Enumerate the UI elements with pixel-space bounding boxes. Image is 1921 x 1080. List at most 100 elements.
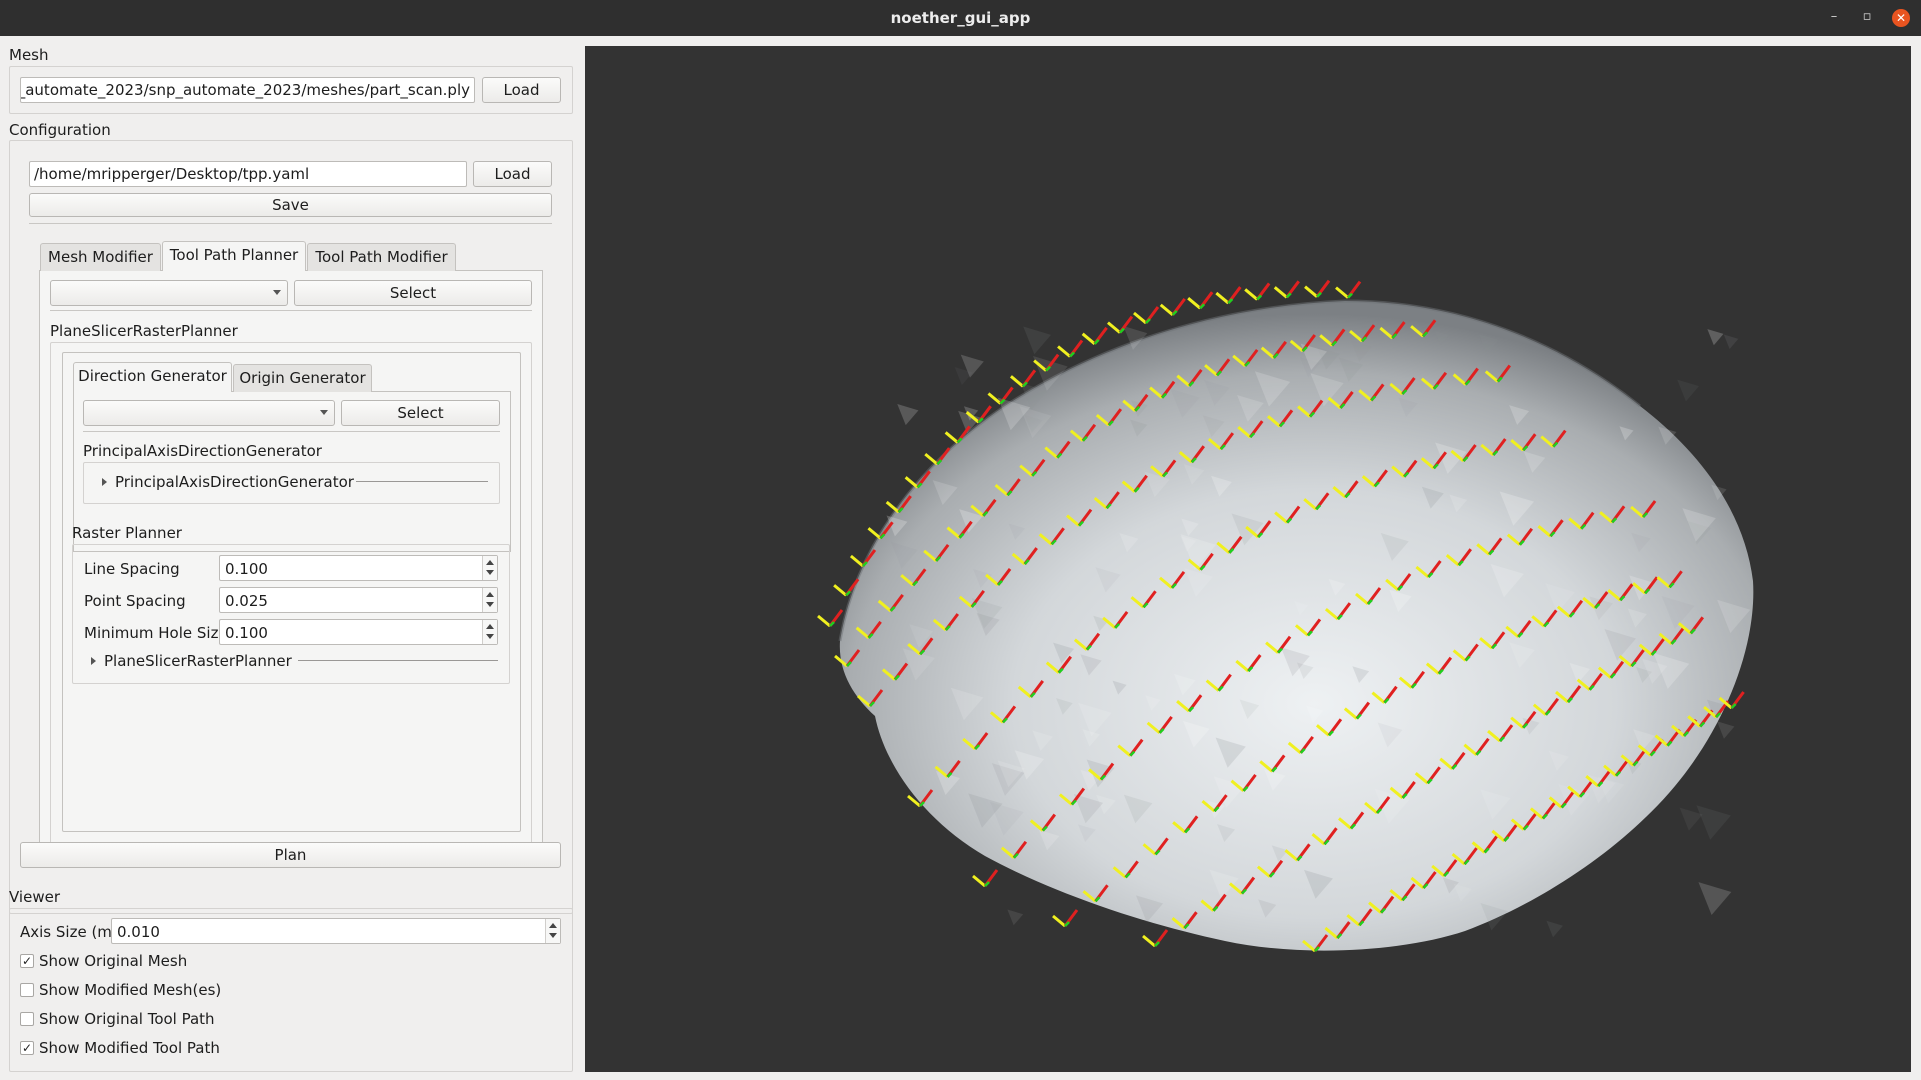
direction-expander-label[interactable]: PrincipalAxisDirectionGenerator (115, 473, 354, 491)
tool-path-axis (1171, 309, 1178, 316)
viewer-scene[interactable] (585, 46, 1911, 1072)
separator (356, 481, 488, 482)
direction-select-button[interactable]: Select (341, 400, 500, 426)
show-original-mesh-label[interactable]: Show Original Mesh (39, 952, 187, 970)
tool-path-axis (944, 431, 959, 444)
spin-up-icon[interactable] (549, 923, 557, 928)
show-modified-tool-path-label[interactable]: Show Modified Tool Path (39, 1039, 220, 1057)
show-modified-meshes-label[interactable]: Show Modified Mesh(es) (39, 981, 221, 999)
tool-path-axis (1093, 338, 1100, 345)
config-save-button[interactable]: Save (29, 193, 552, 217)
tab-tool-path-planner[interactable]: Tool Path Planner (162, 241, 306, 271)
line-spacing-spinbox[interactable]: 0.100 (219, 555, 498, 581)
direction-name-label: PrincipalAxisDirectionGenerator (83, 442, 322, 460)
tool-path-axis (1064, 921, 1070, 927)
spin-up-icon[interactable] (486, 560, 494, 565)
tool-path-axis (1730, 703, 1737, 709)
mesh-facet (1707, 329, 1724, 346)
close-icon[interactable]: ✕ (1892, 9, 1910, 27)
spin-down-icon[interactable] (486, 634, 494, 639)
expand-arrow-icon[interactable] (102, 478, 107, 486)
separator (29, 223, 552, 224)
planner-name-label: PlaneSlicerRasterPlanner (50, 322, 238, 340)
point-spacing-spinbox[interactable]: 0.025 (219, 587, 498, 613)
3d-viewer[interactable] (585, 46, 1911, 1072)
mesh-group-label: Mesh (9, 46, 49, 64)
raster-expander-label[interactable]: PlaneSlicerRasterPlanner (104, 652, 292, 670)
tool-path-axis (849, 554, 864, 568)
tool-path-axis (1142, 934, 1156, 948)
tool-path-axis (867, 527, 882, 540)
separator (298, 660, 498, 661)
title-bar: noether_gui_app – ▫ ✕ (0, 0, 1921, 36)
tool-path-axis (1009, 375, 1024, 388)
tool-path-axis (1081, 332, 1096, 345)
tool-path-axis (984, 881, 990, 887)
config-file-input[interactable]: /home/mripperger/Desktop/tpp.yaml (29, 161, 467, 187)
mesh-facet (897, 403, 919, 426)
configuration-group-label: Configuration (9, 121, 111, 139)
show-modified-meshes-checkbox[interactable] (20, 983, 34, 997)
show-original-tool-path-label[interactable]: Show Original Tool Path (39, 1010, 215, 1028)
expand-arrow-icon[interactable] (91, 657, 96, 665)
tool-path-axis (1244, 288, 1259, 301)
tool-path-axis (1069, 351, 1075, 358)
tab-origin-generator[interactable]: Origin Generator (233, 364, 372, 392)
mesh-file-input[interactable]: c/snp_automate_2023/snp_automate_2023/me… (20, 77, 475, 103)
show-modified-tool-path-checkbox[interactable]: ✓ (20, 1041, 34, 1055)
tool-path-axis (1215, 291, 1230, 305)
tool-path-axis (1154, 941, 1160, 947)
tool-path-axis (1159, 303, 1174, 316)
tool-path-axis (1133, 311, 1147, 325)
show-original-mesh-checkbox[interactable]: ✓ (20, 954, 34, 968)
tool-path-axis (1273, 286, 1288, 299)
axis-size-spinbox[interactable]: 0.010 (111, 918, 561, 944)
spin-up-icon[interactable] (486, 592, 494, 597)
viewer-group-label: Viewer (9, 888, 60, 906)
mesh-facet (1698, 882, 1732, 916)
mesh-facet (1717, 721, 1735, 739)
tool-path-axis (1304, 285, 1318, 298)
spin-up-icon[interactable] (486, 624, 494, 629)
mesh-load-button[interactable]: Load (482, 77, 561, 103)
maximize-icon[interactable]: ▫ (1858, 9, 1876, 25)
tool-path-axis (1256, 294, 1263, 301)
separator (83, 431, 500, 432)
spin-down-icon[interactable] (486, 570, 494, 575)
tab-tool-path-modifier[interactable]: Tool Path Modifier (307, 243, 456, 271)
control-panel: Mesh c/snp_automate_2023/snp_automate_20… (0, 36, 584, 1080)
mesh-facet (1696, 805, 1731, 840)
tool-path-axis (1052, 914, 1066, 928)
tab-direction-generator[interactable]: Direction Generator (73, 362, 232, 392)
config-load-button[interactable]: Load (473, 161, 552, 187)
show-original-tool-path-checkbox[interactable] (20, 1012, 34, 1026)
direction-type-combo[interactable] (83, 400, 335, 426)
tool-path-axis (1285, 292, 1292, 299)
tool-path-axis (833, 584, 848, 597)
minimum-hole-size-spinbox[interactable]: 0.100 (219, 619, 498, 645)
window-title: noether_gui_app (890, 9, 1031, 27)
tool-path-axis (829, 621, 835, 627)
planner-select-button[interactable]: Select (294, 280, 532, 306)
tool-path-axis (1145, 318, 1151, 324)
tool-path-axis (1106, 321, 1121, 334)
plan-button[interactable]: Plan (20, 842, 561, 868)
minimize-icon[interactable]: – (1825, 9, 1843, 25)
mesh-facet (1023, 326, 1051, 355)
tool-path-axis (845, 590, 851, 597)
tool-path-axis (1316, 291, 1322, 298)
tool-path-axis (817, 614, 831, 628)
axis-size-label: Axis Size (m) (20, 923, 118, 941)
chevron-down-icon (273, 290, 281, 295)
tool-path-axis (1227, 298, 1234, 304)
mesh-facet (1677, 379, 1699, 402)
spin-down-icon[interactable] (486, 602, 494, 607)
tab-mesh-modifier[interactable]: Mesh Modifier (40, 243, 161, 271)
spin-down-icon[interactable] (549, 933, 557, 938)
chevron-down-icon (320, 410, 328, 415)
tool-path-axis (1057, 345, 1071, 358)
tool-path-axis (972, 874, 986, 888)
separator (50, 310, 532, 311)
tool-path-axis (1119, 327, 1125, 334)
planner-type-combo[interactable] (50, 280, 288, 306)
